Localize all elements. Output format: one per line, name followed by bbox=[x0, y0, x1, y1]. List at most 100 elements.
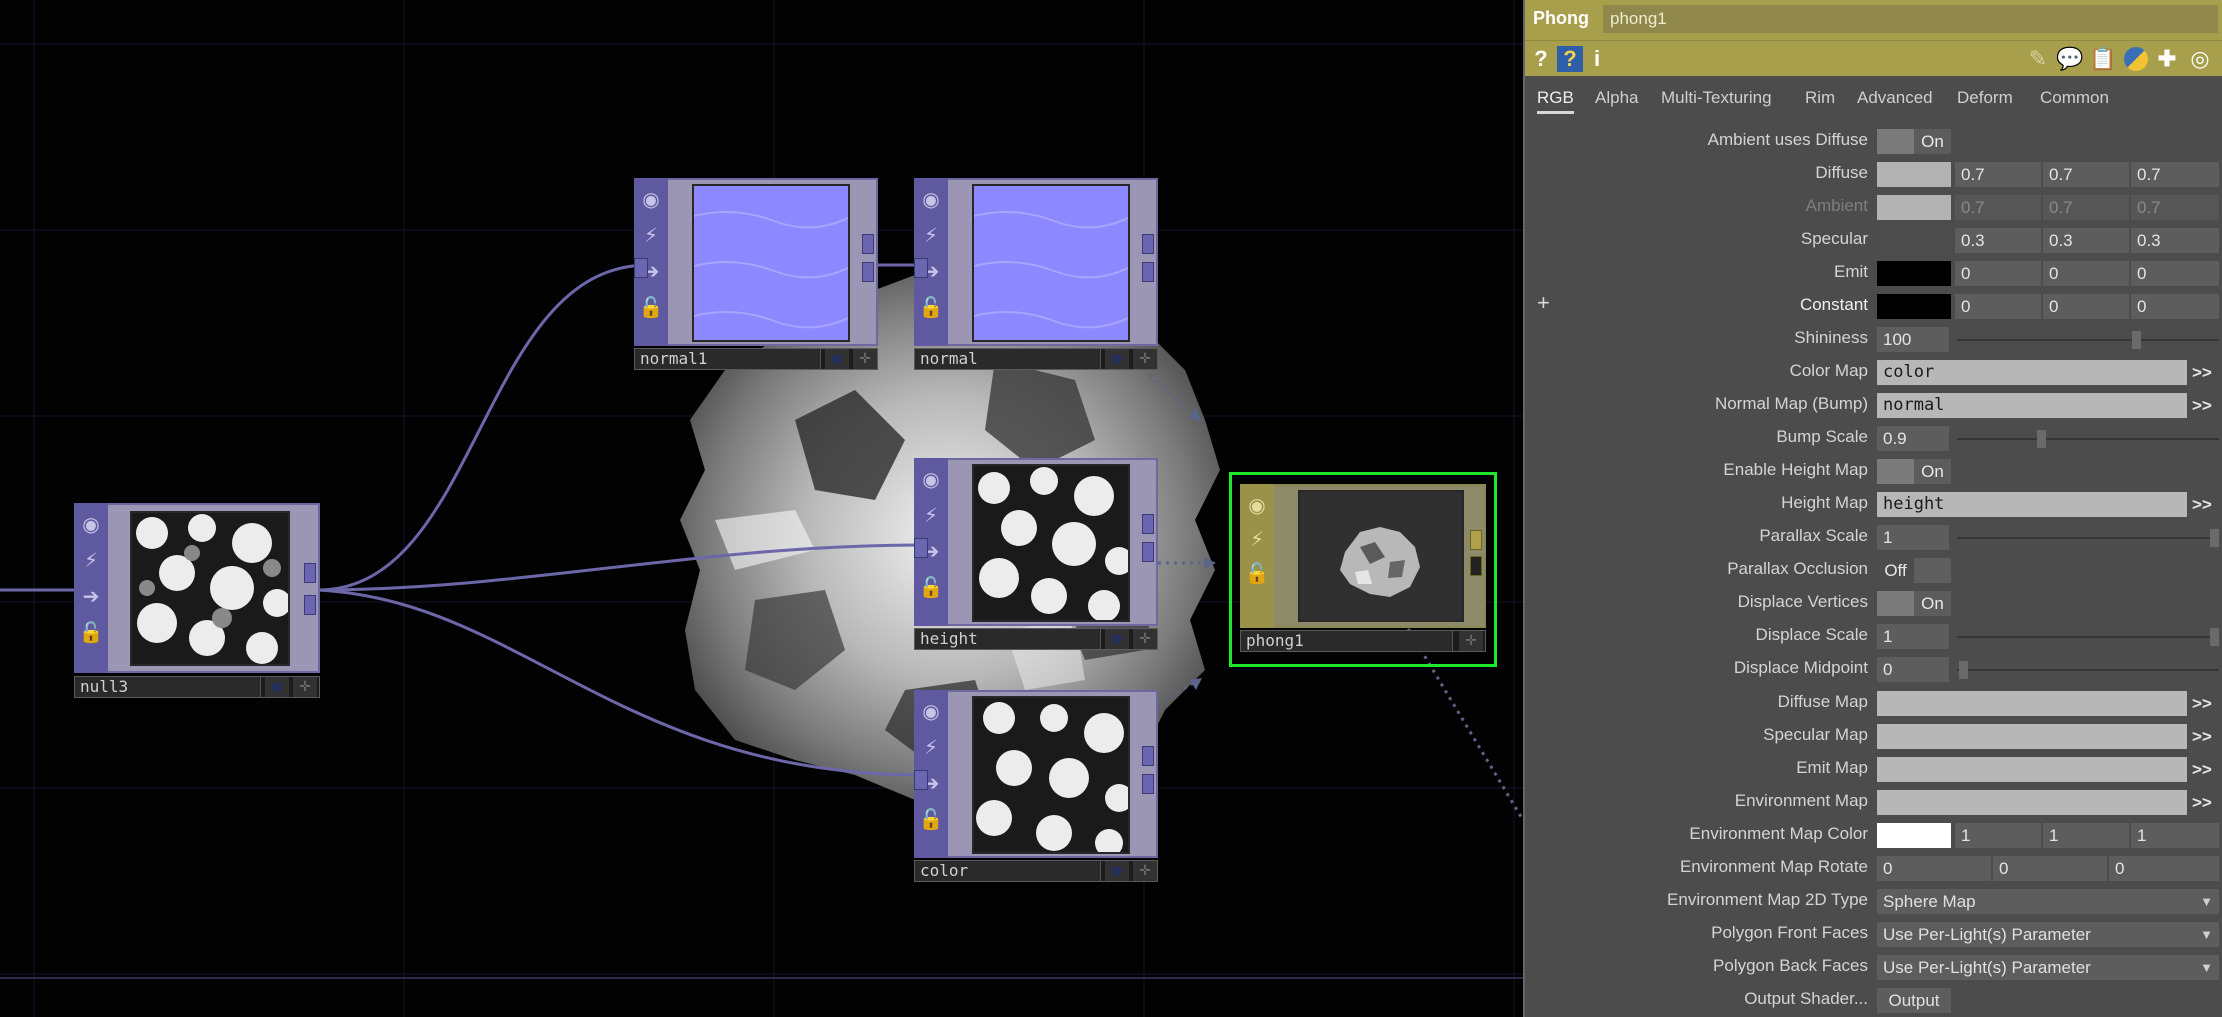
diffuse-g-field[interactable]: 0.7 bbox=[2043, 162, 2131, 187]
environment-map-rotate-x-field[interactable]: 0 bbox=[1877, 856, 1993, 881]
tab-advanced[interactable]: Advanced bbox=[1857, 88, 1933, 114]
output-connector[interactable] bbox=[304, 595, 316, 615]
parallax-scale-field[interactable]: 1 bbox=[1877, 525, 1951, 550]
bump-scale-slider[interactable] bbox=[1957, 430, 2219, 448]
node-name[interactable]: height bbox=[915, 629, 1101, 649]
op-menu-arrows[interactable]: >> bbox=[2192, 393, 2212, 418]
polygon-back-faces-menu[interactable]: Use Per-Light(s) Parameter ▼ bbox=[1877, 955, 2219, 980]
op-menu-arrows[interactable]: >> bbox=[2192, 757, 2212, 782]
displace-midpoint-slider[interactable] bbox=[1957, 661, 2219, 679]
ambient-r-field[interactable]: 0.7 bbox=[1955, 195, 2043, 220]
node-color[interactable]: ◉ ⚡ ➔ 🔓 color ✛ bbox=[914, 690, 1158, 886]
viewer-icon[interactable]: ◉ bbox=[74, 509, 108, 539]
bypass-icon[interactable]: ⚡ bbox=[634, 220, 668, 250]
polygon-front-faces-menu[interactable]: Use Per-Light(s) Parameter ▼ bbox=[1877, 922, 2219, 947]
displace-midpoint-field[interactable]: 0 bbox=[1877, 657, 1951, 682]
input-connector[interactable] bbox=[634, 258, 648, 278]
ambient-g-field[interactable]: 0.7 bbox=[2043, 195, 2131, 220]
specular-swatch[interactable] bbox=[1877, 228, 1951, 253]
specular-r-field[interactable]: 0.3 bbox=[1955, 228, 2043, 253]
bypass-icon[interactable]: ⚡ bbox=[74, 545, 108, 575]
clipboard-icon[interactable]: 📋 bbox=[2089, 44, 2117, 74]
node-name[interactable]: normal1 bbox=[635, 349, 821, 369]
output-shader-button[interactable]: Output bbox=[1877, 988, 1951, 1013]
emit-map-field[interactable] bbox=[1877, 757, 2187, 782]
viewer-icon[interactable]: ◉ bbox=[1240, 490, 1274, 520]
plus-icon[interactable]: ✚ bbox=[2153, 44, 2181, 74]
op-menu-arrows[interactable]: >> bbox=[2192, 790, 2212, 815]
tab-alpha[interactable]: Alpha bbox=[1595, 88, 1638, 114]
constant-g-field[interactable]: 0 bbox=[2043, 294, 2131, 319]
op-menu-arrows[interactable]: >> bbox=[2192, 724, 2212, 749]
node-name[interactable]: color bbox=[915, 861, 1101, 881]
displace-vertices-toggle[interactable]: On bbox=[1877, 591, 1951, 616]
displace-scale-field[interactable]: 1 bbox=[1877, 624, 1951, 649]
shininess-field[interactable]: 100 bbox=[1877, 327, 1951, 352]
node-height[interactable]: ◉ ⚡ ➔ 🔓 height ✛ bbox=[914, 458, 1158, 654]
python-icon[interactable] bbox=[2121, 44, 2151, 74]
output-connector[interactable] bbox=[1142, 542, 1154, 562]
operator-name-field[interactable]: phong1 bbox=[1603, 5, 2218, 33]
add-icon[interactable]: ✛ bbox=[293, 677, 317, 697]
specular-g-field[interactable]: 0.3 bbox=[2043, 228, 2131, 253]
tab-deform[interactable]: Deform bbox=[1957, 88, 2013, 114]
bypass-icon[interactable]: ⚡ bbox=[914, 732, 948, 762]
diffuse-swatch[interactable] bbox=[1877, 162, 1951, 187]
output-connector[interactable] bbox=[1142, 774, 1154, 794]
lock-icon[interactable]: 🔓 bbox=[914, 804, 948, 834]
add-icon[interactable]: ✛ bbox=[1133, 629, 1157, 649]
specular-b-field[interactable]: 0.3 bbox=[2131, 228, 2221, 253]
output-connector[interactable] bbox=[1142, 746, 1154, 766]
node-normal[interactable]: ◉ ⚡ ➔ 🔓 normal ✛ bbox=[914, 178, 1158, 374]
emit-swatch[interactable] bbox=[1877, 261, 1951, 286]
environment-map-color-g-field[interactable]: 1 bbox=[2043, 823, 2131, 848]
target-icon[interactable]: ◎ bbox=[2185, 44, 2215, 74]
node-normal1[interactable]: ◉ ⚡ ➔ 🔓 normal1 ✛ bbox=[634, 178, 878, 374]
add-icon[interactable]: ✛ bbox=[1133, 349, 1157, 369]
add-icon[interactable]: ✛ bbox=[1459, 631, 1483, 651]
constant-b-field[interactable]: 0 bbox=[2131, 294, 2221, 319]
constant-swatch[interactable] bbox=[1877, 294, 1951, 319]
lock-icon[interactable]: 🔓 bbox=[634, 292, 668, 322]
node-phong1[interactable]: ◉ ⚡ 🔓 phong1 ✛ bbox=[1240, 484, 1486, 658]
shininess-slider[interactable] bbox=[1957, 331, 2219, 349]
emit-b-field[interactable]: 0 bbox=[2131, 261, 2221, 286]
node-name[interactable]: null3 bbox=[75, 677, 261, 697]
op-menu-arrows[interactable]: >> bbox=[2192, 492, 2212, 517]
viewer-flag-icon[interactable] bbox=[265, 677, 289, 697]
environment-map-2d-type-menu[interactable]: Sphere Map ▼ bbox=[1877, 889, 2219, 914]
height-map-field[interactable]: height bbox=[1877, 492, 2187, 517]
normal-map-field[interactable]: normal bbox=[1877, 393, 2187, 418]
lock-icon[interactable]: 🔓 bbox=[914, 572, 948, 602]
tab-multi-texturing[interactable]: Multi-Texturing bbox=[1661, 88, 1772, 114]
environment-map-color-b-field[interactable]: 1 bbox=[2131, 823, 2221, 848]
help-icon[interactable]: ? bbox=[1531, 44, 1551, 74]
diffuse-r-field[interactable]: 0.7 bbox=[1955, 162, 2043, 187]
input-connector[interactable] bbox=[914, 258, 928, 278]
tab-common[interactable]: Common bbox=[2040, 88, 2109, 114]
parallax-scale-slider[interactable] bbox=[1957, 529, 2219, 547]
viewer-icon[interactable]: ◉ bbox=[914, 184, 948, 214]
bypass-icon[interactable]: ⚡ bbox=[914, 500, 948, 530]
op-menu-arrows[interactable]: >> bbox=[2192, 360, 2212, 385]
input-connector[interactable] bbox=[914, 770, 928, 790]
output-connector[interactable] bbox=[1142, 514, 1154, 534]
add-icon[interactable]: ✛ bbox=[853, 349, 877, 369]
emit-g-field[interactable]: 0 bbox=[2043, 261, 2131, 286]
lock-icon[interactable]: 🔓 bbox=[914, 292, 948, 322]
displace-scale-slider[interactable] bbox=[1957, 628, 2219, 646]
bypass-icon[interactable]: ⚡ bbox=[1240, 524, 1274, 554]
output-connector[interactable] bbox=[304, 563, 316, 583]
node-name[interactable]: normal bbox=[915, 349, 1101, 369]
comment-icon[interactable]: 💬 bbox=[2055, 44, 2085, 74]
add-icon[interactable]: ✛ bbox=[1133, 861, 1157, 881]
display-icon[interactable]: ➔ bbox=[74, 581, 108, 611]
viewer-icon[interactable]: ◉ bbox=[914, 696, 948, 726]
input-connector[interactable] bbox=[914, 538, 928, 558]
bump-scale-field[interactable]: 0.9 bbox=[1877, 426, 1951, 451]
enable-height-map-toggle[interactable]: On bbox=[1877, 459, 1951, 484]
output-connector[interactable] bbox=[1470, 556, 1482, 576]
network-editor[interactable]: ◉ ⚡ ➔ 🔓 null3 ✛ ◉ ⚡ ➔ 🔓 normal1 ✛ ◉ ⚡ ➔ … bbox=[0, 0, 1523, 1017]
output-connector[interactable] bbox=[1470, 530, 1482, 550]
python-help-icon[interactable]: ? bbox=[1557, 46, 1583, 72]
